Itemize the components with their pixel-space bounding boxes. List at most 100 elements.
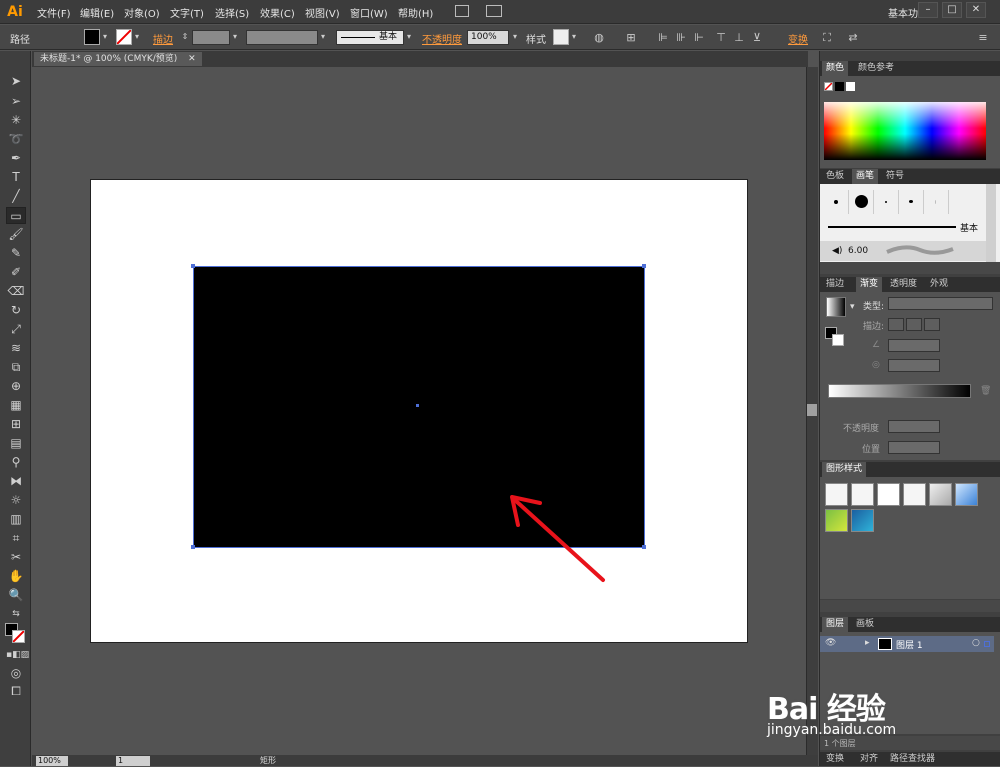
blob-brush-icon[interactable]: ✐ bbox=[6, 264, 26, 281]
align-center-icon[interactable]: ⊪ bbox=[674, 31, 688, 44]
opacity-field[interactable]: 100% bbox=[467, 30, 509, 45]
blend-icon[interactable]: ⧓ bbox=[6, 473, 26, 490]
tab-transparency[interactable]: 透明度 bbox=[886, 277, 921, 292]
angle-field[interactable] bbox=[888, 339, 940, 352]
selection-indicator-icon[interactable] bbox=[984, 641, 990, 647]
panel-menu-icon[interactable]: ≡ bbox=[976, 31, 990, 44]
tab-symbols[interactable]: 符号 bbox=[882, 169, 908, 184]
graphic-style-default[interactable] bbox=[825, 483, 848, 506]
column-graph-icon[interactable]: ▥ bbox=[6, 511, 26, 528]
close-icon[interactable]: ✕ bbox=[188, 54, 196, 64]
opacity-label[interactable]: 不透明度 bbox=[422, 31, 462, 46]
transform-label[interactable]: 变换 bbox=[788, 31, 808, 46]
graphic-style-item[interactable] bbox=[903, 483, 926, 506]
stroke-weight-field[interactable] bbox=[192, 30, 230, 45]
target-circle-icon[interactable]: ○ bbox=[972, 638, 980, 648]
align-right-icon[interactable]: ⊩ bbox=[692, 31, 706, 44]
gradient-slider[interactable] bbox=[828, 384, 971, 398]
brushes-scrollbar[interactable] bbox=[986, 184, 996, 262]
bounding-handle[interactable] bbox=[191, 545, 195, 549]
rectangle-tool-icon[interactable]: ▭ bbox=[6, 207, 26, 224]
variable-width-field[interactable] bbox=[246, 30, 318, 45]
bounding-handle[interactable] bbox=[642, 545, 646, 549]
white-swatch-icon[interactable] bbox=[846, 82, 855, 91]
isolate-icon[interactable]: ⛶ bbox=[820, 31, 834, 44]
menu-select[interactable]: 选择(S) bbox=[215, 5, 249, 20]
stroke-across-button[interactable] bbox=[924, 318, 940, 331]
draw-mode-icon[interactable]: ◎ bbox=[6, 665, 26, 682]
align-left-icon[interactable]: ⊫ bbox=[656, 31, 670, 44]
magic-wand-icon[interactable]: ✳ bbox=[6, 112, 26, 129]
rotate-icon[interactable]: ↻ bbox=[6, 302, 26, 319]
paintbrush-icon[interactable]: 🖌 bbox=[6, 226, 26, 243]
stepper-icon[interactable]: ⇕ bbox=[180, 29, 190, 45]
align-bottom-icon[interactable]: ⊻ bbox=[750, 31, 764, 44]
color-mode-icon[interactable]: ▪◧▨ bbox=[6, 647, 29, 664]
eye-icon[interactable]: 👁 bbox=[825, 638, 836, 648]
gradient-tool-icon[interactable]: ▤ bbox=[6, 435, 26, 452]
bounding-handle[interactable] bbox=[642, 264, 646, 268]
align-middle-icon[interactable]: ⊥ bbox=[732, 31, 746, 44]
slice-icon[interactable]: ✂ bbox=[6, 549, 26, 566]
aspect-ratio-field[interactable] bbox=[888, 359, 940, 372]
symbol-sprayer-icon[interactable]: ☼ bbox=[6, 492, 26, 509]
line-tool-icon[interactable]: ╱ bbox=[6, 188, 26, 205]
basic-brush-line[interactable] bbox=[828, 226, 956, 228]
tab-graphic-styles[interactable]: 图形样式 bbox=[822, 462, 867, 477]
graphic-style-item[interactable] bbox=[825, 509, 848, 532]
eyedropper-icon[interactable]: ⚲ bbox=[6, 454, 26, 471]
black-swatch-icon[interactable] bbox=[835, 82, 844, 91]
stroke-label[interactable]: 描边 bbox=[153, 31, 173, 46]
document-tab[interactable]: 未标题-1* @ 100% (CMYK/预览) ✕ bbox=[34, 52, 202, 66]
gradient-position-field[interactable] bbox=[888, 441, 940, 454]
brush-item[interactable] bbox=[874, 190, 899, 214]
arrange-documents-icon[interactable] bbox=[486, 5, 502, 17]
lasso-icon[interactable]: ➰ bbox=[6, 131, 26, 148]
gradient-thumbnail[interactable] bbox=[826, 297, 846, 317]
gradient-stroke-icon[interactable] bbox=[832, 334, 844, 346]
graphic-style-item[interactable] bbox=[929, 483, 952, 506]
mesh-icon[interactable]: ⊞ bbox=[6, 416, 26, 433]
close-button[interactable]: ✕ bbox=[966, 2, 986, 18]
brush-item[interactable] bbox=[924, 190, 949, 214]
pen-tool-icon[interactable]: ✒ bbox=[6, 150, 26, 167]
layer-name[interactable]: 图层 1 bbox=[896, 638, 923, 651]
graphic-style-item[interactable] bbox=[955, 483, 978, 506]
menu-type[interactable]: 文字(T) bbox=[170, 5, 204, 20]
stroke-style-field[interactable]: 基本 bbox=[336, 30, 404, 45]
expand-triangle-icon[interactable]: ▸ bbox=[865, 638, 870, 648]
chevron-down-icon[interactable]: ▾ bbox=[132, 29, 142, 45]
none-swatch-icon[interactable] bbox=[824, 82, 833, 91]
menu-help[interactable]: 帮助(H) bbox=[398, 5, 433, 20]
tab-color[interactable]: 颜色 bbox=[822, 61, 849, 76]
stroke-along-button[interactable] bbox=[906, 318, 922, 331]
eraser-icon[interactable]: ⌫ bbox=[6, 283, 26, 300]
scrollbar-thumb[interactable] bbox=[807, 404, 817, 416]
tab-appearance[interactable]: 外观 bbox=[926, 277, 952, 292]
menu-view[interactable]: 视图(V) bbox=[305, 5, 340, 20]
stroke-color-icon[interactable] bbox=[12, 630, 25, 643]
bridge-icon[interactable] bbox=[455, 5, 469, 17]
tab-stroke[interactable]: 描边 bbox=[822, 277, 848, 292]
chevron-down-icon[interactable]: ▾ bbox=[230, 29, 240, 45]
bounding-handle[interactable] bbox=[191, 264, 195, 268]
menu-edit[interactable]: 编辑(E) bbox=[80, 5, 114, 20]
tab-color-guide[interactable]: 颜色参考 bbox=[854, 61, 898, 76]
tab-align[interactable]: 对齐 bbox=[856, 752, 882, 767]
chevron-down-icon[interactable]: ▾ bbox=[850, 302, 855, 312]
graphic-style-item[interactable] bbox=[877, 483, 900, 506]
chevron-down-icon[interactable]: ▾ bbox=[569, 29, 579, 45]
swap-colors-icon[interactable]: ⇆ bbox=[6, 606, 26, 623]
envelope-icon[interactable]: ⇄ bbox=[846, 31, 860, 44]
tab-brushes[interactable]: 画笔 bbox=[852, 169, 879, 184]
direct-selection-tool-icon[interactable]: ➢ bbox=[6, 93, 26, 110]
pencil-icon[interactable]: ✎ bbox=[6, 245, 26, 262]
align-selection-icon[interactable]: ⊞ bbox=[624, 31, 638, 44]
artboard-nav-field[interactable]: 1 bbox=[116, 756, 150, 766]
minimize-button[interactable]: – bbox=[918, 2, 938, 18]
color-spectrum[interactable] bbox=[824, 102, 986, 160]
trash-icon[interactable]: 🗑 bbox=[980, 386, 991, 396]
tab-artboards[interactable]: 画板 bbox=[852, 617, 878, 632]
chevron-down-icon[interactable]: ▾ bbox=[100, 29, 110, 45]
selection-tool-icon[interactable]: ➤ bbox=[6, 73, 26, 90]
